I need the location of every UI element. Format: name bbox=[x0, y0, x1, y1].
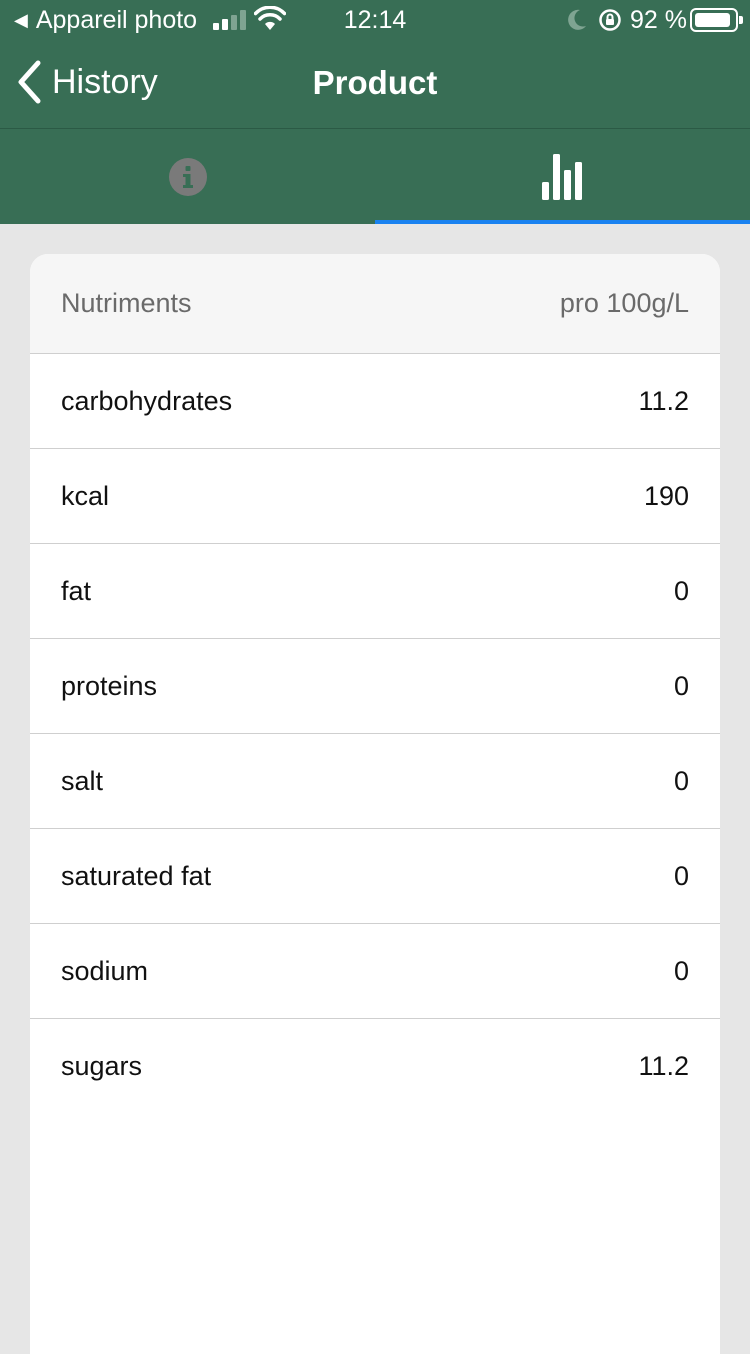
bar-chart-icon bbox=[541, 153, 582, 200]
nutrient-value: 190 bbox=[643, 480, 689, 511]
nutrition-table: Nutriments pro 100g/L carbohydrates 11.2… bbox=[30, 254, 720, 1354]
nutrient-name: fat bbox=[61, 575, 92, 606]
table-header: Nutriments pro 100g/L bbox=[30, 254, 720, 354]
nutrient-value: 0 bbox=[673, 575, 689, 606]
header-per-100g: pro 100g/L bbox=[559, 288, 689, 318]
table-row: sugars 11.2 bbox=[30, 1019, 720, 1114]
nutrient-name: sodium bbox=[61, 955, 149, 986]
nutrient-value: 0 bbox=[673, 670, 689, 701]
table-row: saturated fat 0 bbox=[30, 829, 720, 924]
table-row: fat 0 bbox=[30, 544, 720, 639]
info-icon bbox=[168, 157, 207, 196]
nutrient-name: kcal bbox=[61, 480, 110, 511]
table-body: carbohydrates 11.2 kcal 190 fat 0 protei… bbox=[30, 354, 720, 1114]
moon-icon bbox=[568, 9, 586, 30]
nutrient-name: carbohydrates bbox=[61, 385, 233, 416]
status-bar: ◀ Appareil photo 12:14 92 % bbox=[0, 0, 750, 40]
tab-nutrition[interactable] bbox=[375, 129, 750, 224]
nutrient-value: 0 bbox=[673, 765, 689, 796]
table-row: salt 0 bbox=[30, 734, 720, 829]
nutrient-name: saturated fat bbox=[61, 860, 212, 891]
nutrient-value: 11.2 bbox=[638, 385, 689, 416]
nutrient-value: 0 bbox=[673, 860, 689, 891]
table-row: kcal 190 bbox=[30, 449, 720, 544]
header-nutriments: Nutriments bbox=[61, 288, 192, 318]
top-bar: ◀ Appareil photo 12:14 92 % History Prod… bbox=[0, 0, 750, 224]
tab-selected-indicator bbox=[375, 220, 750, 224]
rotation-lock-icon bbox=[599, 9, 621, 31]
table-row: proteins 0 bbox=[30, 639, 720, 734]
nutrient-value: 0 bbox=[673, 955, 689, 986]
tab-bar bbox=[0, 129, 750, 224]
table-row: sodium 0 bbox=[30, 924, 720, 1019]
page-title: Product bbox=[312, 64, 438, 101]
nutrient-value: 11.2 bbox=[638, 1051, 689, 1081]
table-row: carbohydrates 11.2 bbox=[30, 354, 720, 449]
tab-info[interactable] bbox=[0, 129, 375, 224]
navigation-bar: History Product bbox=[0, 40, 750, 128]
nutrient-name: sugars bbox=[61, 1051, 143, 1081]
battery-icon bbox=[690, 8, 743, 32]
nutrient-name: salt bbox=[61, 765, 104, 796]
battery-percent: 92 % bbox=[630, 6, 687, 34]
nutrient-name: proteins bbox=[61, 670, 158, 701]
